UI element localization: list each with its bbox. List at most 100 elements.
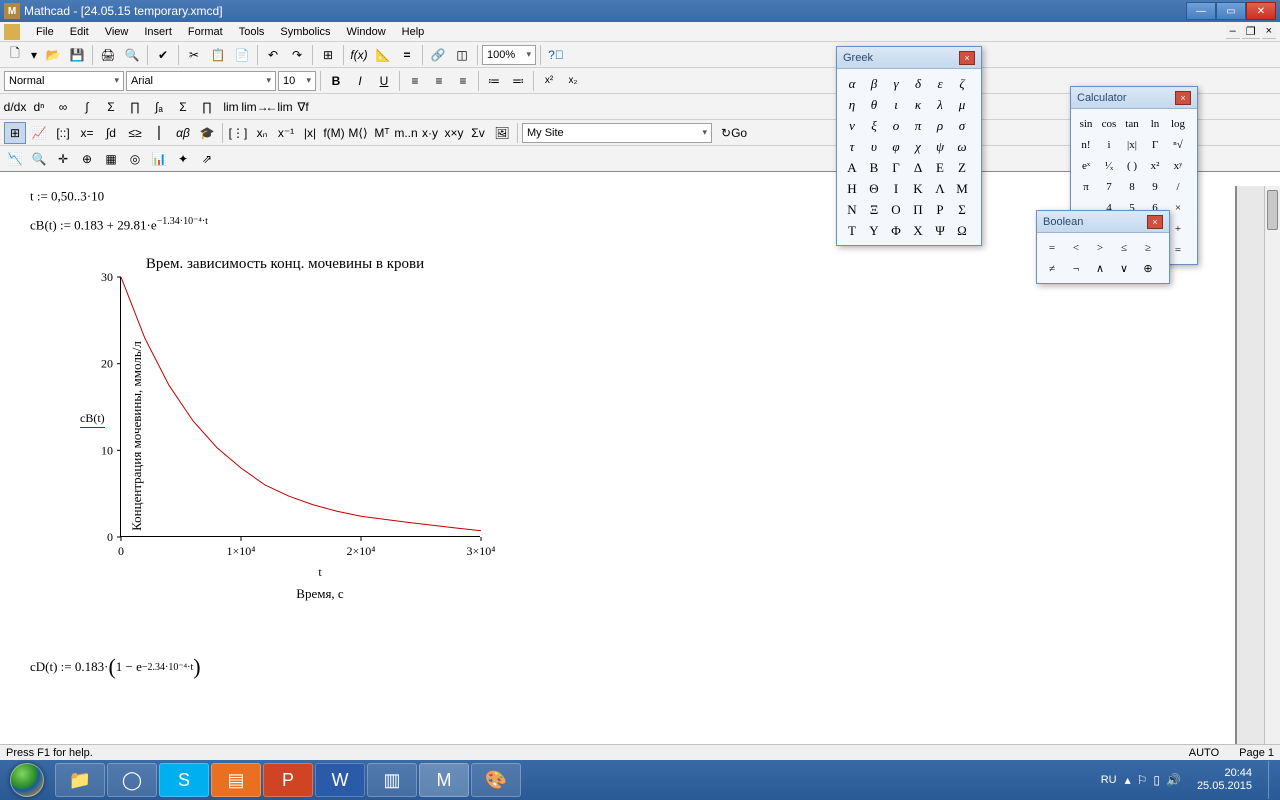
limit-button[interactable]: lim <box>220 96 242 118</box>
size-combo[interactable]: 10 <box>278 71 316 91</box>
taskbar-powerpoint[interactable]: P <box>263 763 313 797</box>
vertical-scrollbar[interactable] <box>1264 186 1280 744</box>
greekgrid-cell[interactable]: Μ <box>951 178 973 199</box>
calcgrid-cell[interactable]: ln <box>1144 113 1166 134</box>
transpose-button[interactable]: Mᵀ <box>371 122 393 144</box>
polar-plot-button[interactable]: ⊕ <box>76 148 98 170</box>
copy-button[interactable]: 📋 <box>207 44 229 66</box>
boolgrid-cell[interactable]: ∧ <box>1089 258 1111 279</box>
greekgrid-cell[interactable]: Η <box>841 178 863 199</box>
mdi-close-button[interactable]: × <box>1262 25 1276 39</box>
greekgrid-cell[interactable]: ψ <box>929 136 951 157</box>
greekgrid-cell[interactable]: Σ <box>951 199 973 220</box>
calcgrid-cell[interactable]: i <box>1098 134 1120 155</box>
insert-component-button[interactable]: ◫ <box>451 44 473 66</box>
boolgrid-cell[interactable]: ∨ <box>1113 258 1135 279</box>
greekgrid-cell[interactable]: Κ <box>907 178 929 199</box>
mdi-minimize-button[interactable]: – <box>1226 25 1240 39</box>
greekgrid-cell[interactable]: μ <box>951 94 973 115</box>
sum-vector-button[interactable]: Σv <box>467 122 489 144</box>
menu-symbolics[interactable]: Symbolics <box>272 24 338 40</box>
greekgrid-cell[interactable]: η <box>841 94 863 115</box>
determinant-button[interactable]: |x| <box>299 122 321 144</box>
italic-button[interactable]: I <box>349 70 371 92</box>
greekgrid-cell[interactable]: σ <box>951 115 973 136</box>
zoom-plot-button[interactable]: 🔍 <box>28 148 50 170</box>
greekgrid-cell[interactable]: Β <box>863 157 885 178</box>
product-m-button[interactable]: ∏ <box>124 96 146 118</box>
dot-product-button[interactable]: x·y <box>419 122 441 144</box>
greek-palette-close[interactable]: × <box>959 51 975 65</box>
greekgrid-cell[interactable]: π <box>907 115 929 136</box>
calcgrid-cell[interactable]: xʸ <box>1167 155 1189 176</box>
taskbar-lang[interactable]: RU <box>1101 774 1117 786</box>
programming-palette-button[interactable]: ⎮ <box>148 122 170 144</box>
infinity-button[interactable]: ∞ <box>52 96 74 118</box>
print-button[interactable]: 🖨 <box>97 44 119 66</box>
mdi-restore-button[interactable]: ❐ <box>1242 25 1260 39</box>
taskbar-explorer[interactable]: 📁 <box>55 763 105 797</box>
greekgrid-cell[interactable]: Ω <box>951 220 973 241</box>
boolgrid-cell[interactable]: ≠ <box>1041 258 1063 279</box>
greekgrid-cell[interactable]: Λ <box>929 178 951 199</box>
greekgrid-cell[interactable]: ν <box>841 115 863 136</box>
greek-palette[interactable]: Greek× αβγδεζηθικλμνξοπρστυφχψωΑΒΓΔΕΖΗΘΙ… <box>836 46 982 246</box>
new-button[interactable]: 🗋 <box>4 44 26 66</box>
integral-button[interactable]: ∫ <box>76 96 98 118</box>
insert-function-button[interactable]: f(x) <box>348 44 370 66</box>
greekgrid-cell[interactable]: Ψ <box>929 220 951 241</box>
column-button[interactable]: M⟨⟩ <box>347 122 369 144</box>
align-left-button[interactable]: ≡ <box>404 70 426 92</box>
greekgrid-cell[interactable]: θ <box>863 94 885 115</box>
subscript-n-button[interactable]: xₙ <box>251 122 273 144</box>
evaluation-palette-button[interactable]: x= <box>76 122 98 144</box>
greekgrid-cell[interactable]: α <box>841 73 863 94</box>
vectorize-button[interactable]: f(M) <box>323 122 345 144</box>
superscript-button[interactable]: x² <box>538 70 560 92</box>
calcgrid-cell[interactable]: |x| <box>1121 134 1143 155</box>
greekgrid-cell[interactable]: Ο <box>885 199 907 220</box>
greekgrid-cell[interactable]: Ι <box>885 178 907 199</box>
picture-button[interactable]: 🖼 <box>491 122 513 144</box>
symbolic-palette-button[interactable]: 🎓 <box>196 122 218 144</box>
boolgrid-cell[interactable]: ≤ <box>1113 237 1135 258</box>
calcgrid-cell[interactable]: + <box>1167 218 1189 239</box>
boolgrid-cell[interactable]: ⊕ <box>1137 258 1159 279</box>
greekgrid-cell[interactable]: χ <box>907 136 929 157</box>
trace-button[interactable]: ✛ <box>52 148 74 170</box>
greekgrid-cell[interactable]: δ <box>907 73 929 94</box>
boolean-palette-close[interactable]: × <box>1147 215 1163 229</box>
underline-button[interactable]: U <box>373 70 395 92</box>
taskbar-word[interactable]: W <box>315 763 365 797</box>
calcgrid-cell[interactable]: π <box>1075 176 1097 197</box>
undo-button[interactable]: ↶ <box>262 44 284 66</box>
limit-right-button[interactable]: lim→ <box>244 96 266 118</box>
calcgrid-cell[interactable]: × <box>1167 197 1189 218</box>
calcgrid-cell[interactable]: eˣ <box>1075 155 1097 176</box>
calcgrid-cell[interactable]: 9 <box>1144 176 1166 197</box>
inverse-button[interactable]: x⁻¹ <box>275 122 297 144</box>
start-button[interactable] <box>0 760 54 800</box>
print-preview-button[interactable]: 🔍 <box>121 44 143 66</box>
taskbar-clock[interactable]: 20:44 25.05.2015 <box>1189 767 1260 792</box>
numbering-button[interactable]: ≕ <box>507 70 529 92</box>
derivative-button[interactable]: d/dx <box>4 96 26 118</box>
menu-help[interactable]: Help <box>394 24 433 40</box>
calcgrid-cell[interactable]: / <box>1167 176 1189 197</box>
cross-product-button[interactable]: x×y <box>443 122 465 144</box>
calculator-palette-button[interactable]: ⊞ <box>4 122 26 144</box>
insert-unit-button[interactable]: 📐 <box>372 44 394 66</box>
align-right-button[interactable]: ≡ <box>452 70 474 92</box>
calculator-palette-close[interactable]: × <box>1175 91 1191 105</box>
greekgrid-cell[interactable]: Ξ <box>863 199 885 220</box>
greekgrid-cell[interactable]: Τ <box>841 220 863 241</box>
align-regions-button[interactable]: ⊞ <box>317 44 339 66</box>
tray-up-icon[interactable]: ▴ <box>1125 773 1131 787</box>
taskbar-mathcad[interactable]: M <box>419 763 469 797</box>
go-button[interactable]: ↻ Go <box>714 122 754 144</box>
tray-network-icon[interactable]: ▯ <box>1153 773 1160 787</box>
summation-m-button[interactable]: Σ <box>100 96 122 118</box>
tray-flag-icon[interactable]: ⚐ <box>1137 773 1148 787</box>
nth-derivative-button[interactable]: dⁿ <box>28 96 50 118</box>
boolean-palette[interactable]: Boolean× =<>≤≥≠¬∧∨⊕ <box>1036 210 1170 284</box>
